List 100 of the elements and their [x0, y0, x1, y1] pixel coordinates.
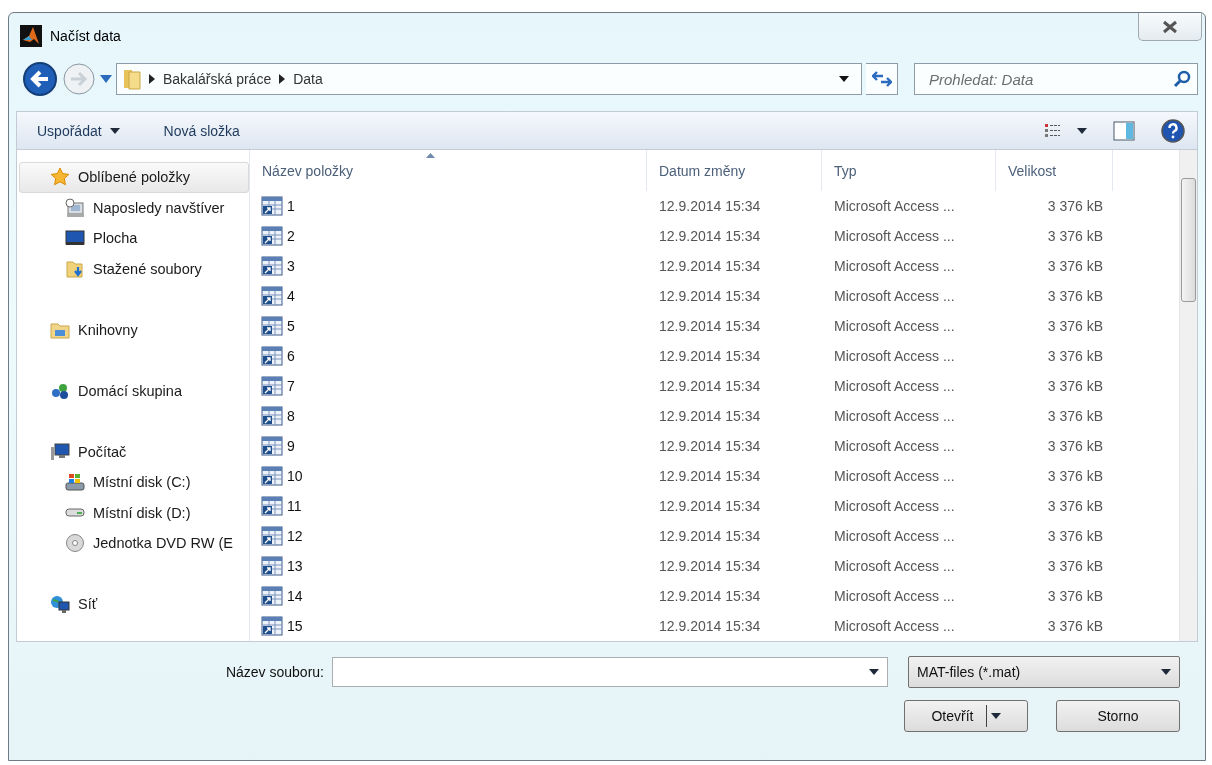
help-button[interactable]: [1161, 118, 1185, 143]
table-cell-text: Microsoft Access ...: [833, 228, 956, 245]
breadcrumb-item[interactable]: Data: [293, 71, 323, 87]
table-cell-text: 3 376 kB: [1046, 557, 1103, 574]
caret-icon: [109, 127, 120, 134]
table-cell-text: 12.9.2014 15:34: [658, 318, 762, 335]
caret-icon[interactable]: [839, 76, 849, 82]
file-name[interactable]: 1: [287, 198, 295, 215]
refresh-button[interactable]: [866, 63, 898, 95]
download-folder-icon: [65, 258, 85, 279]
address-bar[interactable]: Bakalářská práce Data: [116, 63, 862, 95]
table-cell-text: 12.9.2014 15:34: [658, 258, 762, 275]
file-name[interactable]: 3: [287, 258, 295, 275]
cancel-button[interactable]: Storno: [1056, 700, 1180, 732]
table-cell-text: 12.9.2014 15:34: [658, 198, 762, 215]
sidebar-item[interactable]: Počítač: [19, 436, 249, 467]
organize-button[interactable]: Uspořádat: [37, 122, 120, 139]
sidebar-item[interactable]: Jednotka DVD RW (E: [19, 528, 249, 559]
table-cell-text: 12.9.2014 15:34: [658, 438, 762, 455]
table-cell-text: 12.9.2014 15:34: [658, 288, 762, 305]
table-cell-text: 12.9.2014 15:34: [658, 468, 762, 484]
table-cell-text: 12.9.2014 15:34: [658, 378, 762, 395]
search-icon: [1173, 70, 1191, 88]
sidebar-item[interactable]: Místní disk (C:): [19, 467, 249, 498]
scrollbar[interactable]: [1179, 150, 1197, 641]
preview-pane-button[interactable]: [1113, 120, 1135, 141]
file-name[interactable]: 13: [287, 557, 303, 574]
file-name[interactable]: 6: [287, 348, 295, 365]
view-options-button[interactable]: [1045, 122, 1087, 139]
star-icon: [50, 167, 70, 188]
table-cell-text: 12.9.2014 15:34: [658, 498, 762, 514]
file-name[interactable]: 7: [287, 378, 295, 395]
table-cell-text: Microsoft Access ...: [833, 408, 956, 425]
table-file-icon: [261, 555, 283, 576]
table-file-icon: [261, 346, 283, 367]
table-cell-text: 3 376 kB: [1046, 438, 1103, 455]
sidebar-item[interactable]: Síť: [19, 589, 249, 620]
table-cell-text: 3 376 kB: [1046, 198, 1103, 215]
search-box[interactable]: Prohledat: Data: [914, 63, 1198, 95]
filename-field[interactable]: [332, 657, 888, 687]
caret-icon: [869, 669, 879, 675]
sidebar-item[interactable]: Místní disk (D:): [19, 497, 249, 528]
filename-label: Název souboru:: [225, 664, 324, 680]
file-name[interactable]: 9: [287, 438, 295, 455]
table-cell-text: 3 376 kB: [1046, 528, 1103, 544]
file-name[interactable]: 11: [287, 498, 302, 514]
table-cell-text: Microsoft Access ...: [833, 587, 956, 604]
close-button[interactable]: [1138, 13, 1202, 41]
table-cell-text: 3 376 kB: [1046, 228, 1103, 245]
file-name[interactable]: 15: [287, 617, 303, 634]
sidebar-item[interactable]: Oblíbené položky: [19, 162, 249, 193]
table-file-icon: [261, 496, 283, 516]
table-file-icon: [261, 615, 283, 636]
file-name[interactable]: 10: [287, 468, 303, 484]
table-cell-text: Microsoft Access ...: [833, 288, 956, 305]
sidebar-item[interactable]: Knihovny: [19, 314, 249, 345]
sidebar-item[interactable]: Domácí skupina: [19, 375, 249, 406]
file-name[interactable]: 8: [287, 408, 295, 425]
table-cell-text: 3 376 kB: [1046, 468, 1103, 484]
table-cell-text: 12.9.2014 15:34: [658, 528, 762, 544]
window-title: Načíst data: [50, 28, 122, 44]
table-file-icon: [261, 585, 283, 606]
open-button[interactable]: Otevřít: [904, 700, 1028, 732]
search-field[interactable]: Prohledat: Data: [927, 69, 1173, 89]
table-cell-text: 3 376 kB: [1046, 498, 1103, 514]
table-cell-text: 3 376 kB: [1046, 617, 1103, 634]
file-name[interactable]: 12: [287, 528, 303, 544]
network-icon: [50, 594, 70, 615]
column-header[interactable]: Typ: [822, 150, 996, 192]
sort-arrow-icon: [426, 153, 435, 158]
table-cell-text: 3 376 kB: [1046, 408, 1103, 425]
computer-icon: [50, 441, 70, 462]
table-file-icon: [261, 526, 283, 546]
file-type-dropdown[interactable]: MAT-files (*.mat): [908, 656, 1180, 688]
table-cell-text: 12.9.2014 15:34: [658, 228, 762, 245]
file-name[interactable]: 14: [287, 587, 303, 604]
file-name[interactable]: 2: [287, 228, 295, 245]
scrollbar-thumb[interactable]: [1181, 178, 1196, 302]
table-cell-text: Microsoft Access ...: [833, 498, 956, 514]
table-cell-text: Microsoft Access ...: [833, 318, 956, 335]
table-cell-text: Microsoft Access ...: [833, 617, 956, 634]
sidebar-item[interactable]: Stažené soubory: [19, 253, 249, 284]
new-folder-button[interactable]: Nová složka: [163, 122, 240, 139]
table-cell-text: 12.9.2014 15:34: [658, 348, 762, 365]
back-button[interactable]: [22, 61, 58, 97]
column-header[interactable]: Datum změny: [647, 150, 822, 192]
file-name[interactable]: 5: [287, 318, 295, 335]
breadcrumb-item[interactable]: Bakalářská práce: [163, 71, 272, 87]
table-cell-text: 12.9.2014 15:34: [658, 557, 762, 574]
table-cell-text: Microsoft Access ...: [833, 258, 956, 275]
history-dropdown-icon[interactable]: [100, 75, 112, 83]
sidebar-item[interactable]: Naposledy navštíver: [19, 192, 249, 223]
file-name[interactable]: 4: [287, 288, 295, 305]
table-cell-text: Microsoft Access ...: [833, 348, 956, 365]
table-cell-text: Microsoft Access ...: [833, 438, 956, 455]
column-header[interactable]: Velikost: [996, 150, 1113, 192]
app-logo-icon: [20, 25, 42, 47]
column-header[interactable]: Název položky: [250, 150, 647, 192]
table-file-icon: [261, 376, 283, 397]
sidebar-item[interactable]: Plocha: [19, 223, 249, 254]
